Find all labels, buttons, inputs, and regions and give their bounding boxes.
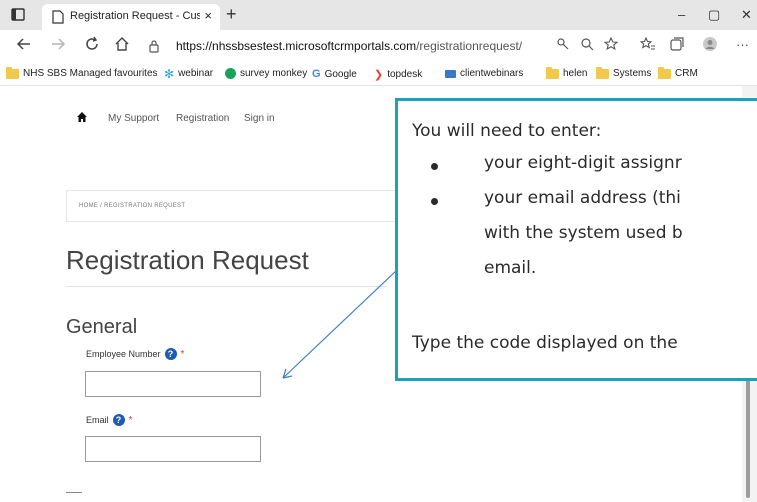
callout-outro: Type the code displayed on the	[412, 333, 678, 353]
callout-bullet-2-line-2: with the system used b	[484, 223, 683, 243]
callout-bullet-2-line-3: email.	[484, 258, 537, 278]
callout-bullet-1: your eight-digit assignr	[484, 153, 682, 173]
callout-bullet-2-line-1: your email address (thi	[484, 188, 681, 208]
bullet-dot	[431, 198, 438, 205]
callout-intro: You will need to enter:	[412, 121, 602, 141]
instruction-callout: You will need to enter: your eight-digit…	[395, 98, 757, 381]
bullet-dot	[431, 163, 438, 170]
